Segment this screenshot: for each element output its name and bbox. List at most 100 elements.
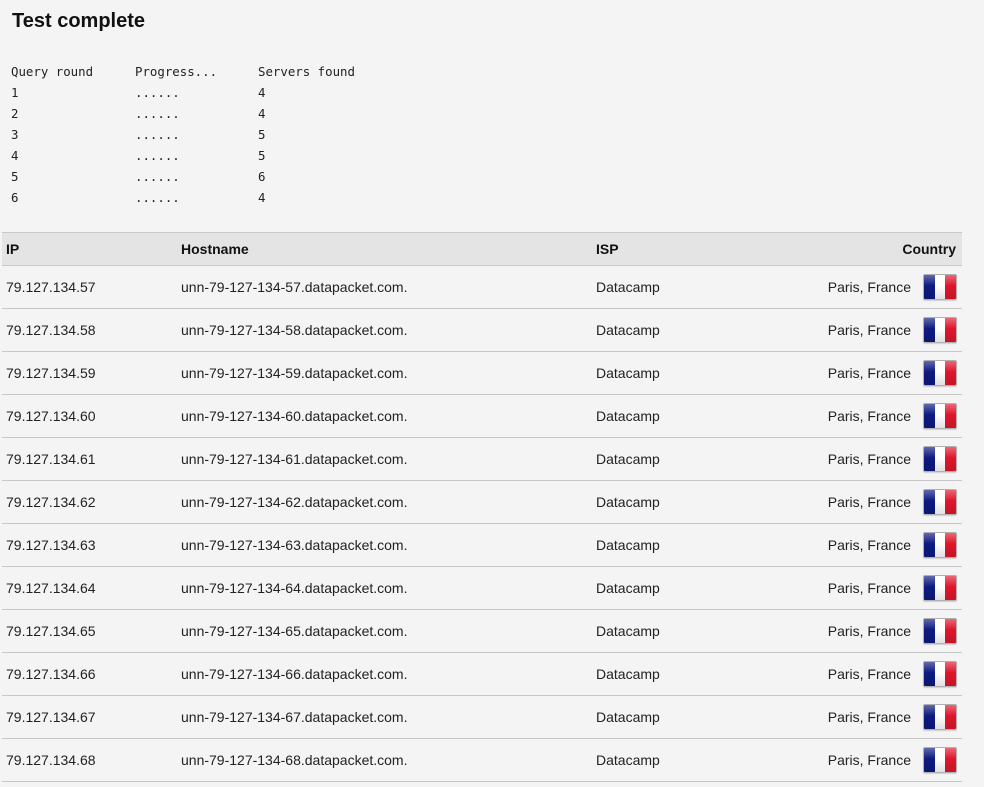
hostname-cell: unn-79-127-134-61.datapacket.com. <box>181 451 408 467</box>
query-round-number: 1 <box>11 85 19 100</box>
hostname-cell: unn-79-127-134-68.datapacket.com. <box>181 752 408 768</box>
country-cell: Paris, France <box>802 446 962 472</box>
query-round-row: 1 ...... 4 <box>11 82 378 103</box>
country-cell: Paris, France <box>802 661 962 687</box>
country-cell: Paris, France <box>802 532 962 558</box>
servers-table: IP Hostname ISP Country 79.127.134.57 unn… <box>2 232 962 782</box>
query-round-servers: 5 <box>258 127 266 142</box>
france-flag-icon <box>923 747 957 773</box>
country-label: Paris, France <box>827 537 911 553</box>
france-flag-icon <box>923 532 957 558</box>
france-flag-icon <box>923 403 957 429</box>
table-row: 79.127.134.64 unn-79-127-134-64.datapacke… <box>2 567 962 610</box>
ip-cell: 79.127.134.57 <box>6 279 96 295</box>
isp-column-header: ISP <box>596 241 619 257</box>
hostname-cell: unn-79-127-134-64.datapacket.com. <box>181 580 408 596</box>
france-flag-icon <box>923 489 957 515</box>
france-flag-icon <box>923 618 957 644</box>
page-title: Test complete <box>12 10 145 32</box>
country-label: Paris, France <box>827 365 911 381</box>
hostname-cell: unn-79-127-134-58.datapacket.com. <box>181 322 408 338</box>
ip-column-header: IP <box>6 241 20 257</box>
hostname-cell: unn-79-127-134-59.datapacket.com. <box>181 365 408 381</box>
query-round-progress: ...... <box>135 106 180 121</box>
france-flag-icon <box>923 575 957 601</box>
query-round-header: Query round <box>11 64 94 79</box>
ip-cell: 79.127.134.60 <box>6 408 96 424</box>
france-flag-icon <box>923 317 957 343</box>
table-row: 79.127.134.63 unn-79-127-134-63.datapacke… <box>2 524 962 567</box>
country-cell: Paris, France <box>802 747 962 773</box>
table-row: 79.127.134.66 unn-79-127-134-66.datapacke… <box>2 653 962 696</box>
table-row: 79.127.134.61 unn-79-127-134-61.datapacke… <box>2 438 962 481</box>
france-flag-icon <box>923 661 957 687</box>
country-label: Paris, France <box>827 279 911 295</box>
country-cell: Paris, France <box>802 360 962 386</box>
isp-cell: Datacamp <box>596 494 660 510</box>
query-round-servers: 4 <box>258 190 266 205</box>
table-row: 79.127.134.58 unn-79-127-134-58.datapacke… <box>2 309 962 352</box>
query-round-row: 2 ...... 4 <box>11 103 378 124</box>
country-cell: Paris, France <box>802 489 962 515</box>
query-round-row: 3 ...... 5 <box>11 124 378 145</box>
country-label: Paris, France <box>827 494 911 510</box>
table-row: 79.127.134.59 unn-79-127-134-59.datapacke… <box>2 352 962 395</box>
servers-table-header: IP Hostname ISP Country <box>2 232 962 266</box>
table-row: 79.127.134.60 unn-79-127-134-60.datapacke… <box>2 395 962 438</box>
isp-cell: Datacamp <box>596 752 660 768</box>
isp-cell: Datacamp <box>596 365 660 381</box>
france-flag-icon <box>923 274 957 300</box>
query-round-number: 3 <box>11 127 19 142</box>
isp-cell: Datacamp <box>596 279 660 295</box>
isp-cell: Datacamp <box>596 451 660 467</box>
country-label: Paris, France <box>827 666 911 682</box>
isp-cell: Datacamp <box>596 709 660 725</box>
query-round-progress: ...... <box>135 148 180 163</box>
table-row: 79.127.134.68 unn-79-127-134-68.datapacke… <box>2 739 962 782</box>
query-round-number: 4 <box>11 148 19 163</box>
france-flag-icon <box>923 360 957 386</box>
isp-cell: Datacamp <box>596 623 660 639</box>
isp-cell: Datacamp <box>596 408 660 424</box>
isp-cell: Datacamp <box>596 322 660 338</box>
country-cell: Paris, France <box>802 274 962 300</box>
query-round-row: 6 ...... 4 <box>11 187 378 208</box>
ip-cell: 79.127.134.67 <box>6 709 96 725</box>
country-label: Paris, France <box>827 408 911 424</box>
progress-header: Progress... <box>135 64 218 79</box>
query-round-number: 6 <box>11 190 19 205</box>
query-round-row: 4 ...... 5 <box>11 145 378 166</box>
country-label: Paris, France <box>827 580 911 596</box>
query-round-servers: 4 <box>258 85 266 100</box>
country-cell: Paris, France <box>802 618 962 644</box>
ip-cell: 79.127.134.61 <box>6 451 96 467</box>
query-rounds-log: Query round Progress... Servers found 1 … <box>11 61 378 208</box>
country-cell: Paris, France <box>802 317 962 343</box>
country-cell: Paris, France <box>802 575 962 601</box>
hostname-column-header: Hostname <box>181 241 249 257</box>
hostname-cell: unn-79-127-134-57.datapacket.com. <box>181 279 408 295</box>
hostname-cell: unn-79-127-134-60.datapacket.com. <box>181 408 408 424</box>
ip-cell: 79.127.134.64 <box>6 580 96 596</box>
ip-cell: 79.127.134.59 <box>6 365 96 381</box>
query-round-progress: ...... <box>135 169 180 184</box>
ip-cell: 79.127.134.65 <box>6 623 96 639</box>
query-round-servers: 5 <box>258 148 266 163</box>
country-column-header: Country <box>902 241 956 257</box>
ip-cell: 79.127.134.62 <box>6 494 96 510</box>
ip-cell: 79.127.134.66 <box>6 666 96 682</box>
isp-cell: Datacamp <box>596 580 660 596</box>
hostname-cell: unn-79-127-134-63.datapacket.com. <box>181 537 408 553</box>
hostname-cell: unn-79-127-134-66.datapacket.com. <box>181 666 408 682</box>
isp-cell: Datacamp <box>596 537 660 553</box>
country-label: Paris, France <box>827 322 911 338</box>
ip-cell: 79.127.134.68 <box>6 752 96 768</box>
query-round-servers: 4 <box>258 106 266 121</box>
query-round-progress: ...... <box>135 85 180 100</box>
servers-table-body: 79.127.134.57 unn-79-127-134-57.datapacke… <box>2 266 962 782</box>
france-flag-icon <box>923 704 957 730</box>
query-round-number: 5 <box>11 169 19 184</box>
france-flag-icon <box>923 446 957 472</box>
query-round-progress: ...... <box>135 127 180 142</box>
servers-found-header: Servers found <box>258 64 355 79</box>
